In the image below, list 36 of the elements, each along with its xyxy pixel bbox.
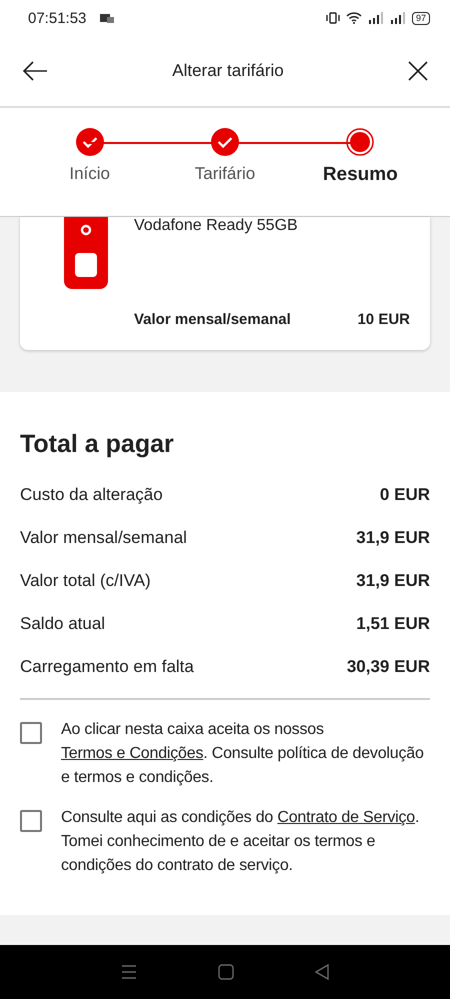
checkbox[interactable] — [20, 722, 42, 744]
row-label: Carregamento em falta — [20, 656, 194, 676]
row-label: Custo da alteração — [20, 484, 163, 504]
signal-icon — [390, 12, 406, 24]
close-button[interactable] — [406, 59, 430, 83]
step-label: Início — [69, 164, 110, 184]
status-time: 07:51:53 — [28, 10, 86, 26]
checkbox[interactable] — [20, 810, 42, 832]
agreement-text: Ao clicar nesta caixa aceita os nossos Termos e Condições. Consulte política de devolução e termos e condições. — [61, 720, 425, 788]
section-title: Total a pagar — [20, 430, 175, 459]
back-button[interactable] — [20, 59, 50, 83]
row-value: 31,9 EUR — [356, 528, 430, 548]
price-value: 10 EUR — [357, 311, 410, 328]
back-icon[interactable] — [315, 964, 330, 980]
page-title: Alterar tarifário — [172, 61, 284, 81]
notification-icon — [100, 13, 114, 23]
agreement-text: Consulte aqui as condições do Contrato de Serviço. Tomei conhecimento de e aceitar os termos e condições do contrato de serviço. — [61, 808, 420, 876]
row-value: 0 EUR — [380, 484, 430, 504]
menu-icon[interactable] — [120, 965, 137, 979]
battery-level: 97 — [412, 12, 430, 24]
plan-name: Vodafone Ready 55GB — [134, 217, 299, 235]
row-value: 1,51 EUR — [356, 614, 430, 634]
row-label: Valor mensal/semanal — [20, 528, 187, 548]
vibrate-icon — [326, 12, 340, 24]
signal-icon — [368, 12, 384, 24]
price-label: Valor mensal/semanal — [134, 311, 291, 328]
row-value: 30,39 EUR — [346, 656, 430, 676]
step-label: Resumo — [322, 164, 398, 186]
terms-link[interactable]: Termos e Condições — [61, 745, 204, 762]
step-label: Tarifário — [194, 164, 256, 184]
row-label: Valor total (c/IVA) — [20, 570, 151, 590]
row-label: Saldo atual — [20, 614, 106, 634]
wifi-icon — [346, 12, 362, 24]
terms-link[interactable]: Contrato de Serviço — [277, 809, 415, 826]
home-icon[interactable] — [218, 964, 234, 980]
row-value: 31,9 EUR — [356, 570, 430, 590]
